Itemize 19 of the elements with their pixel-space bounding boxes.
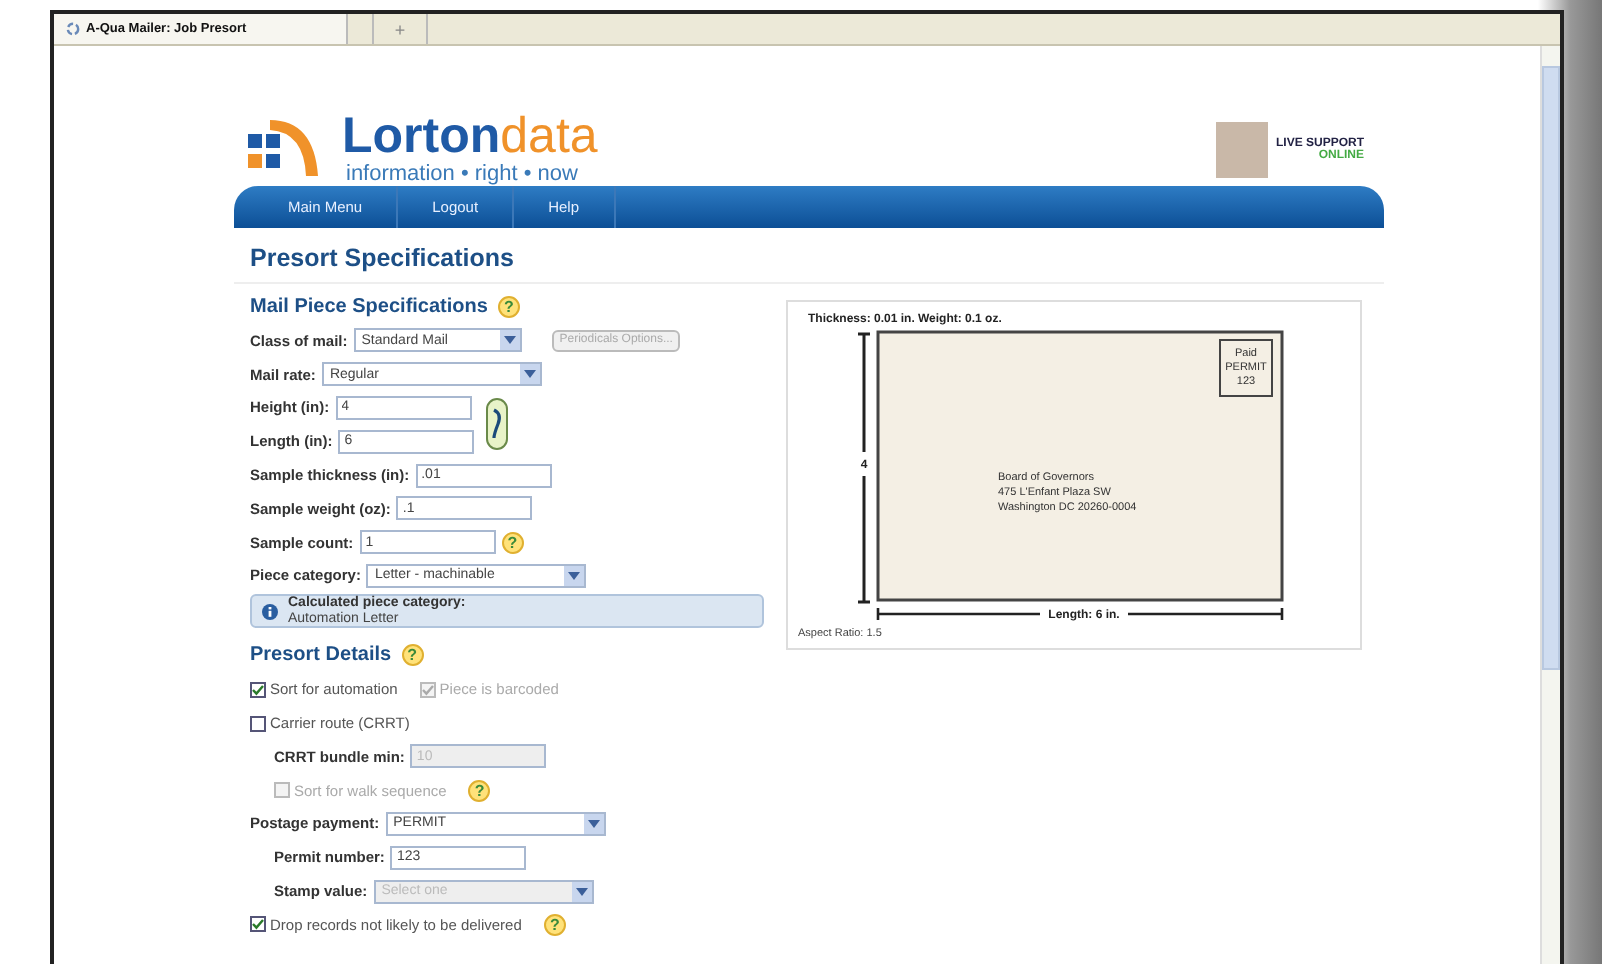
logo-tagline: information • right • now (346, 162, 580, 186)
chevron-down-icon (587, 819, 600, 828)
photo-placeholder (1215, 122, 1268, 178)
loading-icon (66, 22, 80, 36)
checkbox[interactable] (250, 681, 266, 698)
page-title: Presort Specifications (250, 244, 516, 272)
chevron-down-icon (575, 887, 588, 896)
chevron-down-icon (568, 571, 581, 580)
logo-wordmark: Lortondata (342, 110, 598, 162)
section-title: Presort Details (250, 644, 392, 667)
permit-stamp-box (1219, 339, 1273, 397)
scrollbar[interactable] (1540, 46, 1560, 964)
chevron-down-icon (523, 370, 536, 379)
info-icon (262, 603, 278, 620)
chain-link-icon[interactable] (486, 398, 509, 451)
chevron-down-icon (503, 336, 516, 345)
section-title: Mail Piece Specifications (250, 296, 488, 318)
checkbox[interactable] (250, 916, 266, 933)
checkbox[interactable] (250, 715, 266, 732)
